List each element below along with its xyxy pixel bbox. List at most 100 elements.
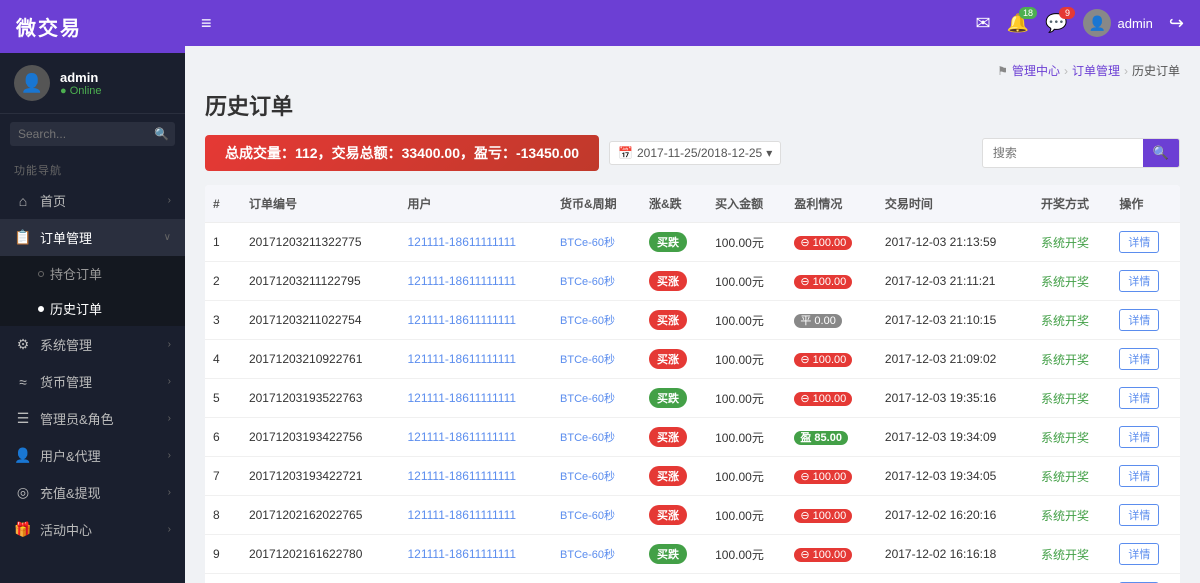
user-link[interactable]: 121111-18611111111 xyxy=(408,430,517,444)
direction-tag: 买涨 xyxy=(649,310,687,330)
user-link[interactable]: 121111-18611111111 xyxy=(408,235,517,249)
profit-badge: 盈 85.00 xyxy=(794,431,848,445)
sidebar-item-users[interactable]: 👤 用户&代理 › xyxy=(0,437,185,474)
hamburger-button[interactable]: ≡ xyxy=(201,13,212,34)
sidebar-item-activity[interactable]: 🎁 活动中心 › xyxy=(0,511,185,548)
direction-tag: 买涨 xyxy=(649,349,687,369)
cell-currency: BTCe-60秒 xyxy=(552,340,641,379)
user-link[interactable]: 121111-18611111111 xyxy=(408,313,517,327)
detail-button[interactable]: 详情 xyxy=(1119,465,1159,487)
profit-badge: ⊖ 100.00 xyxy=(794,509,852,523)
sidebar-item-order-label: 订单管理 xyxy=(40,228,92,247)
cell-direction: 买涨 xyxy=(641,340,707,379)
cell-profit: ⊖ 100.00 xyxy=(786,379,877,418)
user-link[interactable]: 121111-18611111111 xyxy=(408,469,517,483)
cell-method: 系统开奖 xyxy=(1033,223,1111,262)
user-link[interactable]: 121111-18611111111 xyxy=(408,508,517,522)
mail-icon-wrap[interactable]: ✉ xyxy=(976,13,991,34)
cell-currency: BTCe-60秒 xyxy=(552,379,641,418)
cell-user: 121111-18611111111 xyxy=(400,301,553,340)
cell-method: 系统开奖 xyxy=(1033,496,1111,535)
cell-time: 2017-12-03 21:13:59 xyxy=(877,223,1033,262)
logout-icon[interactable]: ↪ xyxy=(1169,13,1184,34)
sidebar-username: admin xyxy=(60,70,102,85)
col-user: 用户 xyxy=(400,185,553,223)
user-link[interactable]: 121111-18611111111 xyxy=(408,547,517,561)
cell-order-id: 20171202161622780 xyxy=(241,535,400,574)
table-row: 10 20171202161622765 121111-18611111111 … xyxy=(205,574,1180,583)
table-row: 4 20171203210922761 121111-18611111111 B… xyxy=(205,340,1180,379)
cell-profit: ⊖ 100.00 xyxy=(786,535,877,574)
chevron-right-activity-icon: › xyxy=(168,524,171,535)
cell-amount: 100.00元 xyxy=(707,496,786,535)
currency-icon: ≈ xyxy=(14,374,32,390)
detail-button[interactable]: 详情 xyxy=(1119,309,1159,331)
sidebar-item-holding[interactable]: 持仓订单 xyxy=(0,256,185,291)
cell-num: 8 xyxy=(205,496,241,535)
table-row: 9 20171202161622780 121111-18611111111 B… xyxy=(205,535,1180,574)
sidebar-item-currency[interactable]: ≈ 货币管理 › xyxy=(0,363,185,400)
table-search-input[interactable] xyxy=(983,141,1143,165)
bell-icon-wrap[interactable]: 🔔 18 xyxy=(1007,13,1029,34)
profit-badge: ⊖ 100.00 xyxy=(794,275,852,289)
cell-time: 2017-12-03 19:35:16 xyxy=(877,379,1033,418)
sidebar-user-profile: 👤 admin ● Online xyxy=(0,53,185,114)
cell-profit: ⊖ 100.00 xyxy=(786,457,877,496)
cell-time: 2017-12-03 21:11:21 xyxy=(877,262,1033,301)
breadcrumb-sep1: › xyxy=(1064,64,1068,78)
home-icon: ⌂ xyxy=(14,193,32,209)
detail-button[interactable]: 详情 xyxy=(1119,231,1159,253)
msg-icon-wrap[interactable]: 💬 9 xyxy=(1045,13,1067,34)
cell-method: 系统开奖 xyxy=(1033,535,1111,574)
cell-amount: 100.00元 xyxy=(707,223,786,262)
sidebar-item-finance[interactable]: ◎ 充值&提现 › xyxy=(0,474,185,511)
detail-button[interactable]: 详情 xyxy=(1119,387,1159,409)
col-time: 交易时间 xyxy=(877,185,1033,223)
cell-profit: ⊖ 100.00 xyxy=(786,574,877,583)
cell-currency: BTCe-60秒 xyxy=(552,418,641,457)
sidebar-item-order[interactable]: 📋 订单管理 ∨ xyxy=(0,219,185,256)
cell-amount: 100.00元 xyxy=(707,379,786,418)
cell-direction: 买涨 xyxy=(641,301,707,340)
profit-badge: ⊖ 100.00 xyxy=(794,548,852,562)
orders-table-wrap: # 订单编号 用户 货币&周期 涨&跌 买入金额 盈利情况 交易时间 开奖方式 … xyxy=(205,185,1180,583)
cell-action: 详情 xyxy=(1111,223,1180,262)
user-link[interactable]: 121111-18611111111 xyxy=(408,274,517,288)
detail-button[interactable]: 详情 xyxy=(1119,348,1159,370)
chevron-right-currency-icon: › xyxy=(168,376,171,387)
cell-profit: ⊖ 100.00 xyxy=(786,496,877,535)
sidebar-item-system[interactable]: ⚙ 系统管理 › xyxy=(0,326,185,363)
cell-currency: BTCe-60秒 xyxy=(552,301,641,340)
sidebar-item-currency-label: 货币管理 xyxy=(40,372,92,391)
sidebar-item-history[interactable]: 历史订单 xyxy=(0,291,185,326)
topbar-user[interactable]: 👤 admin xyxy=(1083,9,1152,37)
sidebar-item-home[interactable]: ⌂ 首页 › xyxy=(0,182,185,219)
user-link[interactable]: 121111-18611111111 xyxy=(408,391,517,405)
detail-button[interactable]: 详情 xyxy=(1119,426,1159,448)
detail-button[interactable]: 详情 xyxy=(1119,504,1159,526)
sidebar-item-roles-label: 管理员&角色 xyxy=(40,409,114,428)
breadcrumb-home[interactable]: 管理中心 xyxy=(1012,62,1060,79)
table-search-button[interactable]: 🔍 xyxy=(1143,139,1179,167)
cell-order-id: 20171203193422721 xyxy=(241,457,400,496)
detail-button[interactable]: 详情 xyxy=(1119,543,1159,565)
cell-time: 2017-12-03 19:34:05 xyxy=(877,457,1033,496)
topbar-admin-name: admin xyxy=(1117,16,1152,31)
user-link[interactable]: 121111-18611111111 xyxy=(408,352,517,366)
sidebar-item-roles[interactable]: ☰ 管理员&角色 › xyxy=(0,400,185,437)
table-row: 7 20171203193422721 121111-18611111111 B… xyxy=(205,457,1180,496)
cell-user: 121111-18611111111 xyxy=(400,457,553,496)
cell-order-id: 20171203211322775 xyxy=(241,223,400,262)
cell-direction: 买跌 xyxy=(641,535,707,574)
detail-button[interactable]: 详情 xyxy=(1119,270,1159,292)
cell-amount: 100.00元 xyxy=(707,457,786,496)
profit-badge: ⊖ 100.00 xyxy=(794,392,852,406)
sidebar-item-activity-label: 活动中心 xyxy=(40,520,92,539)
cell-order-id: 20171203193522763 xyxy=(241,379,400,418)
chevron-right-icon: › xyxy=(168,195,171,206)
date-range-picker[interactable]: 📅 2017-11-25/2018-12-25 ▾ xyxy=(609,141,781,165)
breadcrumb-sep2: › xyxy=(1124,64,1128,78)
breadcrumb-parent[interactable]: 订单管理 xyxy=(1072,62,1120,79)
search-input[interactable] xyxy=(10,122,175,146)
profit-badge: ⊖ 100.00 xyxy=(794,236,852,250)
